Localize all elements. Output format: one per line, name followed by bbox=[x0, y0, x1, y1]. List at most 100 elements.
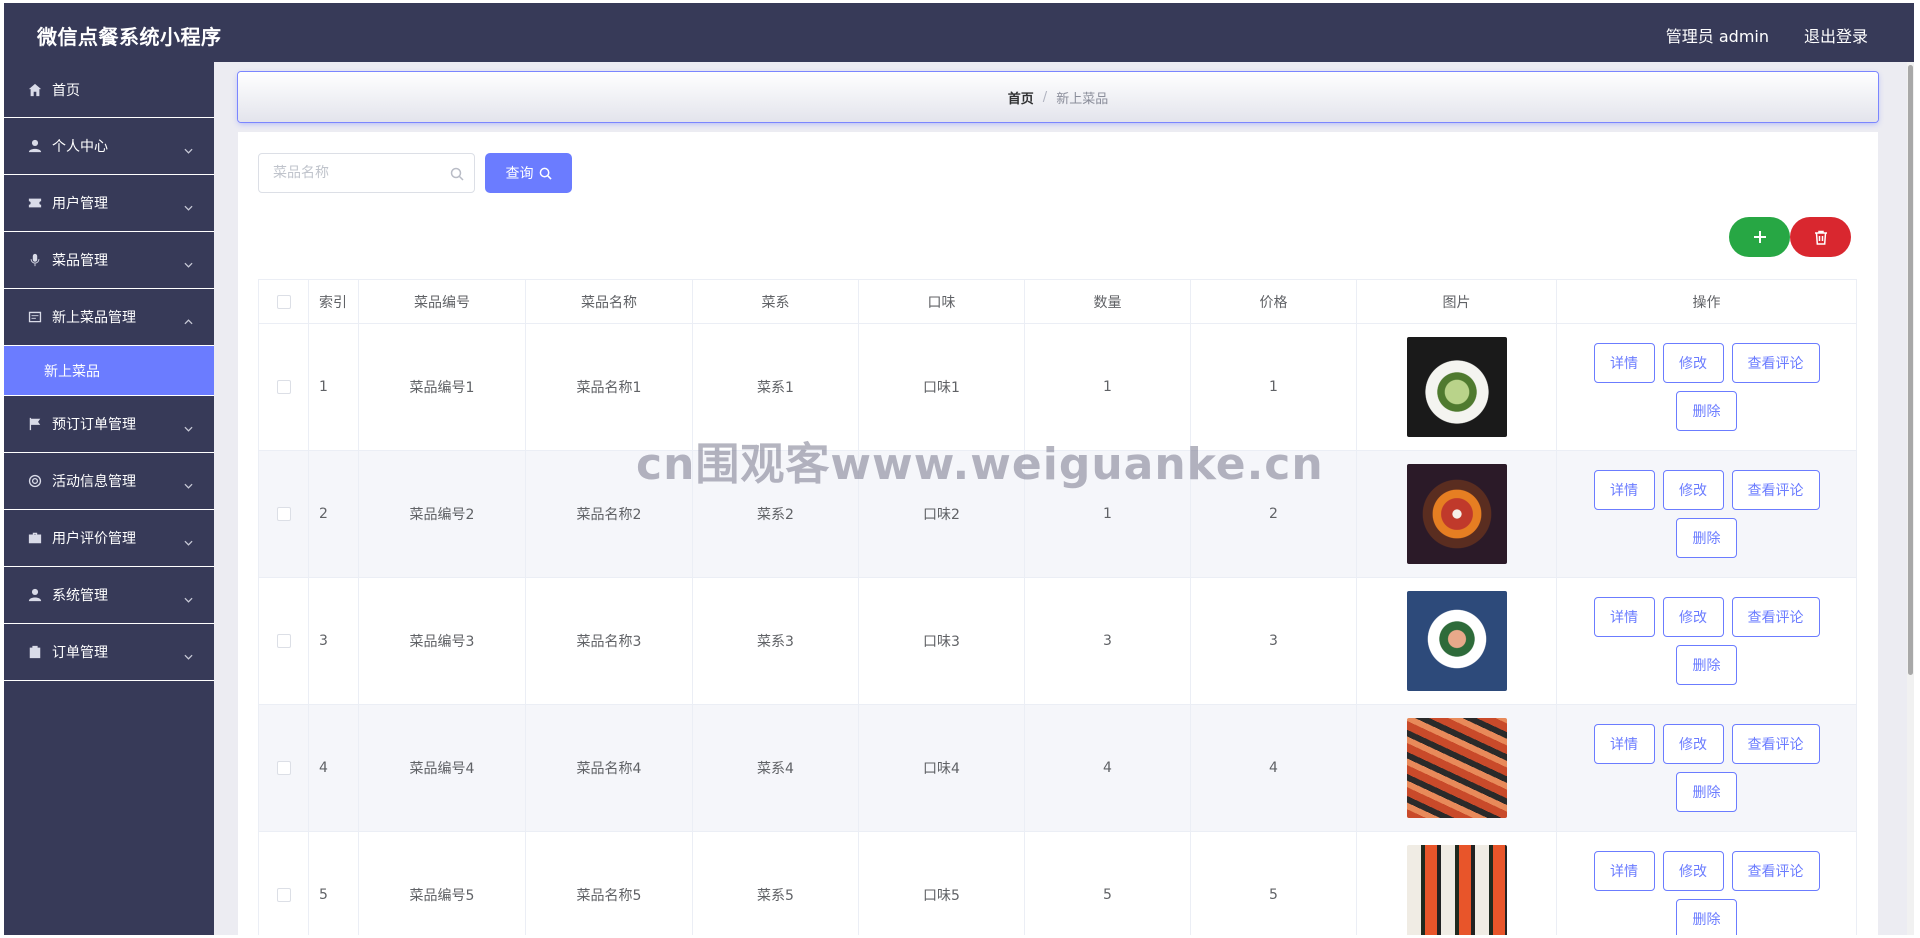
delete-button[interactable]: 删除 bbox=[1676, 391, 1737, 431]
query-button[interactable]: 查询 bbox=[485, 153, 572, 193]
globe-icon bbox=[28, 474, 42, 488]
dish-image[interactable] bbox=[1406, 718, 1507, 818]
cell-price: 5 bbox=[1190, 831, 1357, 935]
cell-dish-code: 菜品编号4 bbox=[358, 704, 526, 832]
user-icon bbox=[28, 139, 42, 153]
column-header: 价格 bbox=[1190, 279, 1357, 324]
cell-cuisine: 菜系3 bbox=[692, 577, 859, 705]
row-checkbox[interactable] bbox=[276, 634, 291, 648]
cell-index: 1 bbox=[308, 323, 359, 451]
search-input[interactable] bbox=[259, 154, 439, 192]
cell-dish-name: 菜品名称3 bbox=[525, 577, 693, 705]
edit-button[interactable]: 修改 bbox=[1662, 724, 1724, 764]
delete-button[interactable]: 删除 bbox=[1676, 645, 1737, 685]
main-panel: 查询 索引 菜品编号 菜品名称 菜系 口味 bbox=[238, 132, 1878, 935]
add-button[interactable] bbox=[1729, 217, 1790, 257]
sidebar-item-system-management[interactable]: 系统管理 bbox=[4, 567, 214, 624]
edit-button[interactable]: 修改 bbox=[1662, 851, 1724, 891]
detail-button[interactable]: 详情 bbox=[1593, 851, 1655, 891]
row-checkbox[interactable] bbox=[276, 888, 291, 902]
detail-button[interactable]: 详情 bbox=[1593, 470, 1655, 510]
person-icon bbox=[28, 588, 42, 602]
plus-icon bbox=[1753, 231, 1766, 243]
row-select-cell bbox=[258, 450, 309, 578]
row-select-cell bbox=[258, 577, 309, 705]
edit-button[interactable]: 修改 bbox=[1662, 343, 1724, 383]
cell-quantity: 1 bbox=[1024, 450, 1191, 578]
cell-price: 4 bbox=[1190, 704, 1357, 832]
sidebar-item-activity-info[interactable]: 活动信息管理 bbox=[4, 453, 214, 510]
trash-icon bbox=[1814, 230, 1827, 245]
detail-button[interactable]: 详情 bbox=[1593, 724, 1655, 764]
sidebar-item-user-reviews[interactable]: 用户评价管理 bbox=[4, 510, 214, 567]
sidebar-subitem-new-dish[interactable]: 新上菜品 bbox=[4, 346, 214, 396]
chevron-down-icon bbox=[184, 591, 193, 603]
sidebar-item-personal-center[interactable]: 个人中心 bbox=[4, 118, 214, 175]
dish-image[interactable] bbox=[1406, 464, 1507, 564]
cell-dish-name: 菜品名称1 bbox=[525, 323, 693, 451]
sidebar-item-user-management[interactable]: 用户管理 bbox=[4, 175, 214, 232]
cell-picture bbox=[1356, 831, 1557, 935]
dish-image[interactable] bbox=[1406, 591, 1507, 691]
cell-index: 4 bbox=[308, 704, 359, 832]
sidebar-item-dish-management[interactable]: 菜品管理 bbox=[4, 232, 214, 289]
detail-button[interactable]: 详情 bbox=[1593, 597, 1655, 637]
select-all-checkbox[interactable] bbox=[276, 294, 291, 309]
cell-quantity: 1 bbox=[1024, 323, 1191, 451]
sidebar-item-order-management[interactable]: 订单管理 bbox=[4, 624, 214, 681]
scrollbar-thumb[interactable] bbox=[1908, 65, 1913, 675]
chevron-down-icon bbox=[184, 256, 193, 268]
breadcrumb-current: 新上菜品 bbox=[1056, 91, 1109, 107]
cell-dish-code: 菜品编号5 bbox=[358, 831, 526, 935]
row-select-cell bbox=[258, 831, 309, 935]
sidebar-item-new-dish-management[interactable]: 新上菜品管理 bbox=[4, 289, 214, 346]
table-header-row: 索引 菜品编号 菜品名称 菜系 口味 数量 价格 图片 操作 bbox=[258, 279, 1857, 324]
sidebar-item-home[interactable]: 首页 bbox=[4, 62, 214, 118]
card-icon bbox=[28, 310, 42, 324]
cell-dish-code: 菜品编号2 bbox=[358, 450, 526, 578]
row-checkbox[interactable] bbox=[276, 380, 291, 394]
view-comments-button[interactable]: 查看评论 bbox=[1731, 343, 1820, 383]
sidebar-item-label: 用户管理 bbox=[52, 196, 108, 212]
mic-icon bbox=[28, 253, 42, 267]
row-select-cell bbox=[258, 704, 309, 832]
delete-button[interactable]: 删除 bbox=[1676, 772, 1737, 812]
sidebar-item-label: 菜品管理 bbox=[52, 253, 108, 269]
view-comments-button[interactable]: 查看评论 bbox=[1731, 851, 1820, 891]
logout-link[interactable]: 退出登录 bbox=[1804, 23, 1868, 47]
cell-dish-code: 菜品编号3 bbox=[358, 577, 526, 705]
sidebar-item-reservation-orders[interactable]: 预订订单管理 bbox=[4, 396, 214, 453]
cell-taste: 口味2 bbox=[858, 450, 1025, 578]
view-comments-button[interactable]: 查看评论 bbox=[1731, 724, 1820, 764]
ticket-icon bbox=[28, 196, 42, 210]
dish-image[interactable] bbox=[1406, 845, 1507, 935]
chevron-down-icon bbox=[184, 648, 193, 660]
column-header: 操作 bbox=[1556, 279, 1857, 324]
select-all-cell bbox=[258, 279, 309, 324]
dish-image[interactable] bbox=[1406, 337, 1507, 437]
chevron-up-icon bbox=[184, 313, 193, 325]
view-comments-button[interactable]: 查看评论 bbox=[1731, 470, 1820, 510]
sidebar-item-label: 个人中心 bbox=[52, 139, 108, 155]
cell-taste: 口味1 bbox=[858, 323, 1025, 451]
edit-button[interactable]: 修改 bbox=[1662, 470, 1724, 510]
row-checkbox[interactable] bbox=[276, 507, 291, 521]
delete-button[interactable]: 删除 bbox=[1676, 899, 1737, 935]
column-header: 菜品编号 bbox=[358, 279, 526, 324]
row-select-cell bbox=[258, 323, 309, 451]
edit-button[interactable]: 修改 bbox=[1662, 597, 1724, 637]
breadcrumb-home[interactable]: 首页 bbox=[1008, 88, 1034, 107]
breadcrumb-separator: / bbox=[1042, 89, 1048, 105]
dish-table: 索引 菜品编号 菜品名称 菜系 口味 数量 价格 图片 操作 1 菜品编号1 菜… bbox=[258, 279, 1857, 935]
row-checkbox[interactable] bbox=[276, 761, 291, 775]
chevron-down-icon bbox=[184, 142, 193, 154]
delete-button[interactable]: 删除 bbox=[1676, 518, 1737, 558]
batch-delete-button[interactable] bbox=[1790, 217, 1851, 257]
flag-icon bbox=[28, 417, 42, 431]
cell-price: 2 bbox=[1190, 450, 1357, 578]
table-row: 4 菜品编号4 菜品名称4 菜系4 口味4 4 4 详情 修改 查看评论 删除 bbox=[258, 704, 1857, 832]
sidebar-item-label: 活动信息管理 bbox=[52, 474, 136, 490]
view-comments-button[interactable]: 查看评论 bbox=[1731, 597, 1820, 637]
column-header: 图片 bbox=[1356, 279, 1557, 324]
detail-button[interactable]: 详情 bbox=[1593, 343, 1655, 383]
